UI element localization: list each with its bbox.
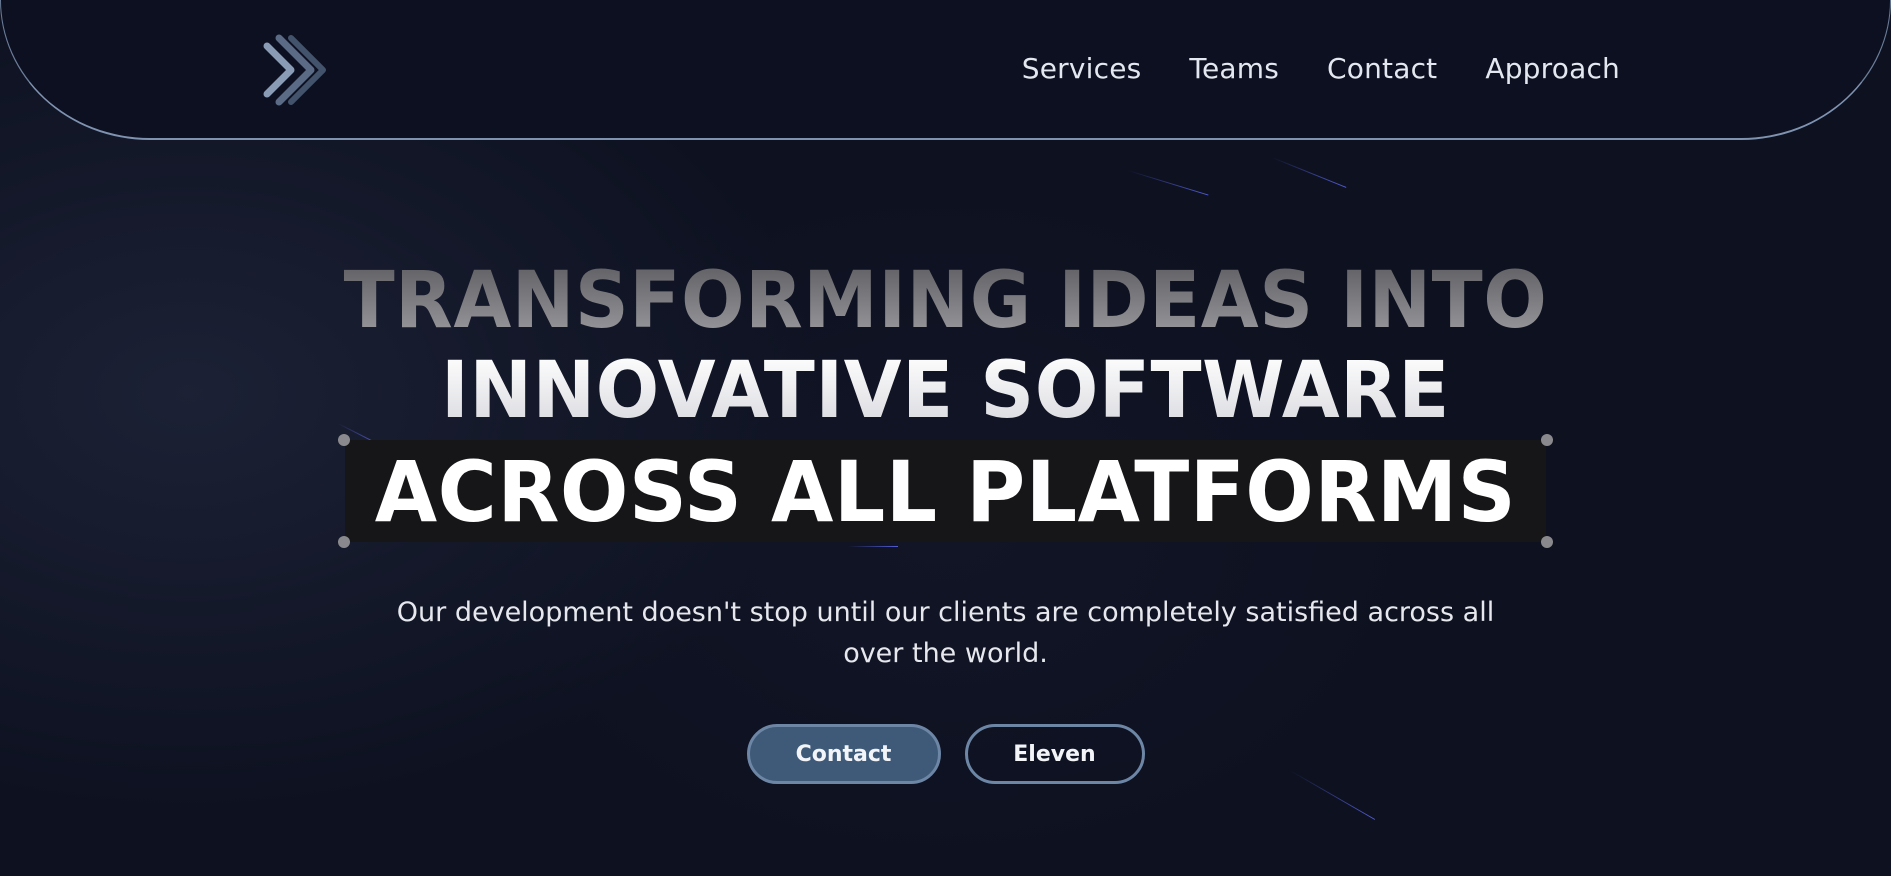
light-streak	[1127, 170, 1209, 196]
nav-item-services[interactable]: Services	[1022, 52, 1142, 85]
nav-item-approach[interactable]: Approach	[1485, 52, 1620, 85]
light-streak	[1271, 157, 1347, 188]
hero-buttons: Contact Eleven	[0, 724, 1891, 784]
nav-item-teams[interactable]: Teams	[1189, 52, 1279, 85]
hero-subtitle: Our development doesn't stop until our c…	[396, 597, 1495, 669]
logo[interactable]	[227, 32, 333, 108]
hero-section: TRANSFORMING IDEAS INTO INNOVATIVE SOFTW…	[0, 262, 1891, 784]
site-header: Services Teams Contact Approach	[0, 0, 1891, 140]
resize-handle-bottom-right[interactable]	[1540, 536, 1553, 548]
arrow-right-diamond-icon	[227, 34, 326, 106]
headline-line-2: INNOVATIVE SOFTWARE	[38, 352, 1853, 430]
nav-item-contact[interactable]: Contact	[1327, 52, 1437, 85]
headline-line-1: TRANSFORMING IDEAS INTO	[38, 262, 1853, 340]
resize-handle-top-right[interactable]	[1540, 434, 1553, 446]
highlighted-headline-box[interactable]: ACROSS ALL PLATFORMS	[338, 434, 1553, 548]
contact-button[interactable]: Contact	[746, 724, 941, 784]
resize-handle-bottom-left[interactable]	[338, 536, 351, 548]
main-nav: Services Teams Contact Approach	[1022, 52, 1620, 85]
resize-handle-top-left[interactable]	[338, 434, 351, 446]
eleven-button[interactable]: Eleven	[964, 724, 1145, 784]
headline-line-3: ACROSS ALL PLATFORMS	[374, 443, 1517, 541]
